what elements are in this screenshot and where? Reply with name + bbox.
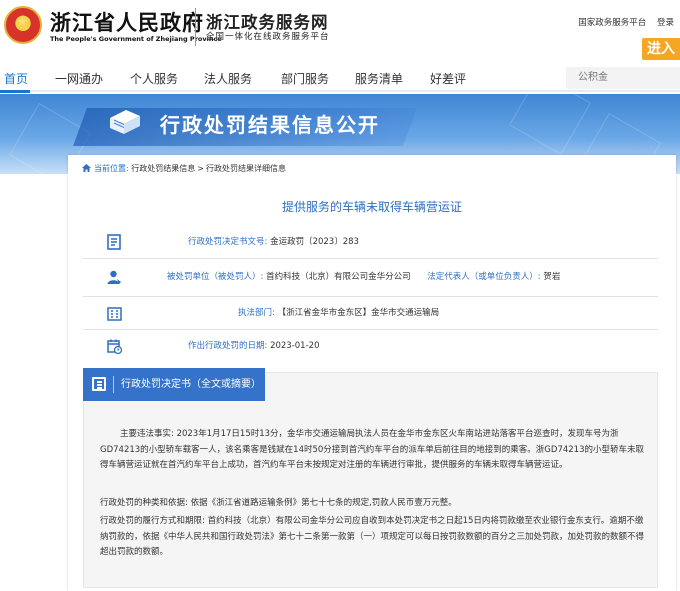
violation-facts-text: 主要违法事实: 2023年1月17日15时13分，金华市交通运输局执法人员在金华…: [100, 429, 644, 470]
login-link[interactable]: 登录: [657, 18, 674, 28]
info-row-doc-no: 行政处罚决定书文号: 金运政罚〔2023〕283: [83, 226, 658, 259]
nav-item-evaluation[interactable]: 好差评: [430, 70, 466, 87]
breadcrumb-item-detail[interactable]: 行政处罚结果详细信息: [206, 164, 286, 173]
party-label: 被处罚单位（被处罚人）:: [167, 272, 264, 282]
info-icon-cell: [83, 226, 145, 258]
party-value: 首约科技（北京）有限公司金华分公司: [266, 272, 411, 282]
banner-decoration: [509, 94, 591, 155]
info-text: 被处罚单位（被处罚人）: 首约科技（北京）有限公司金华分公司 法定代表人（或单位…: [167, 259, 560, 296]
breadcrumb-separator: >: [197, 164, 204, 173]
header-separator: [113, 376, 114, 393]
building-icon: [106, 306, 122, 321]
dept-label: 执法部门:: [238, 308, 275, 318]
main-nav: 首页 一网通办 个人服务 法人服务 部门服务 服务清单 好差评: [0, 62, 680, 93]
info-text: 行政处罚决定书文号: 金运政罚〔2023〕283: [188, 226, 359, 258]
search-input[interactable]: [566, 67, 680, 89]
info-icon-cell: [83, 330, 145, 362]
banner-title: 行政处罚结果信息公开: [160, 113, 380, 137]
site-title[interactable]: 浙江省人民政府: [50, 7, 204, 37]
book-icon: [110, 110, 140, 134]
nav-item-service-list[interactable]: 服务清单: [355, 70, 403, 87]
breadcrumb-here: 当前位置:: [94, 164, 129, 173]
national-platform-link[interactable]: 国家政务服务平台: [578, 18, 646, 28]
header-divider: [195, 8, 196, 46]
penalty-basis-text: 行政处罚的种类和依据: 依据《浙江省道路运输条例》第七十七条的规定,罚款人民币壹…: [100, 498, 457, 508]
nav-item-one-network[interactable]: 一网通办: [55, 70, 103, 87]
penalty-execution-text: 行政处罚的履行方式和期限: 首约科技（北京）有限公司金华分公司应自收到本处罚决定…: [100, 516, 645, 557]
nav-item-home[interactable]: 首页: [4, 70, 28, 87]
info-row-party: 被处罚单位（被处罚人）: 首约科技（北京）有限公司金华分公司 法定代表人（或单位…: [83, 259, 658, 297]
nav-item-department[interactable]: 部门服务: [281, 70, 329, 87]
date-label: 作出行政处罚的日期:: [188, 341, 268, 351]
breadcrumb-item-results[interactable]: 行政处罚结果信息: [131, 164, 195, 173]
national-emblem-icon[interactable]: [4, 6, 42, 44]
info-row-date: 作出行政处罚的日期: 2023-01-20: [83, 330, 658, 363]
site-header: 浙江省人民政府 The People's Government of Zheji…: [0, 0, 680, 62]
zw-subtitle: 全国一体化在线政务服务平台: [206, 32, 330, 42]
legal-rep-value: 贺岩: [543, 272, 561, 282]
nav-item-corporate[interactable]: 法人服务: [204, 70, 252, 87]
enter-button[interactable]: 进入: [642, 38, 680, 60]
nav-item-personal[interactable]: 个人服务: [130, 70, 178, 87]
document-list-icon: [92, 377, 106, 391]
info-text: 执法部门: 【浙江省金华市金东区】金华市交通运输局: [238, 297, 439, 329]
legal-rep-label: 法定代表人（或单位负责人）:: [427, 272, 541, 282]
calendar-clock-icon: [106, 339, 122, 354]
info-icon-cell: [83, 297, 145, 329]
nav-active-indicator: [0, 90, 30, 93]
info-row-dept: 执法部门: 【浙江省金华市金东区】金华市交通运输局: [83, 297, 658, 330]
info-icon-cell: [83, 259, 145, 296]
info-table: 行政处罚决定书文号: 金运政罚〔2023〕283 被处罚单位（被处罚人）: 首约…: [83, 226, 658, 363]
home-icon: [82, 164, 91, 172]
top-links: 国家政务服务平台 登录: [570, 16, 674, 28]
dept-value: 【浙江省金华市金东区】金华市交通运输局: [277, 308, 440, 318]
page-title: 提供服务的车辆未取得车辆营运证: [281, 200, 462, 214]
info-text: 作出行政处罚的日期: 2023-01-20: [188, 330, 319, 362]
breadcrumb: 当前位置: 行政处罚结果信息 > 行政处罚结果详细信息: [82, 163, 286, 174]
decision-section-title: 行政处罚决定书（全文或摘要）: [121, 379, 261, 390]
date-value: 2023-01-20: [270, 341, 320, 351]
document-icon: [107, 234, 121, 250]
enter-button-label: 进入: [647, 41, 675, 57]
doc-no-value: 金运政罚〔2023〕283: [270, 237, 359, 247]
doc-no-label: 行政处罚决定书文号:: [188, 237, 268, 247]
person-icon: [107, 270, 121, 284]
decision-section-header: 行政处罚决定书（全文或摘要）: [83, 368, 265, 401]
